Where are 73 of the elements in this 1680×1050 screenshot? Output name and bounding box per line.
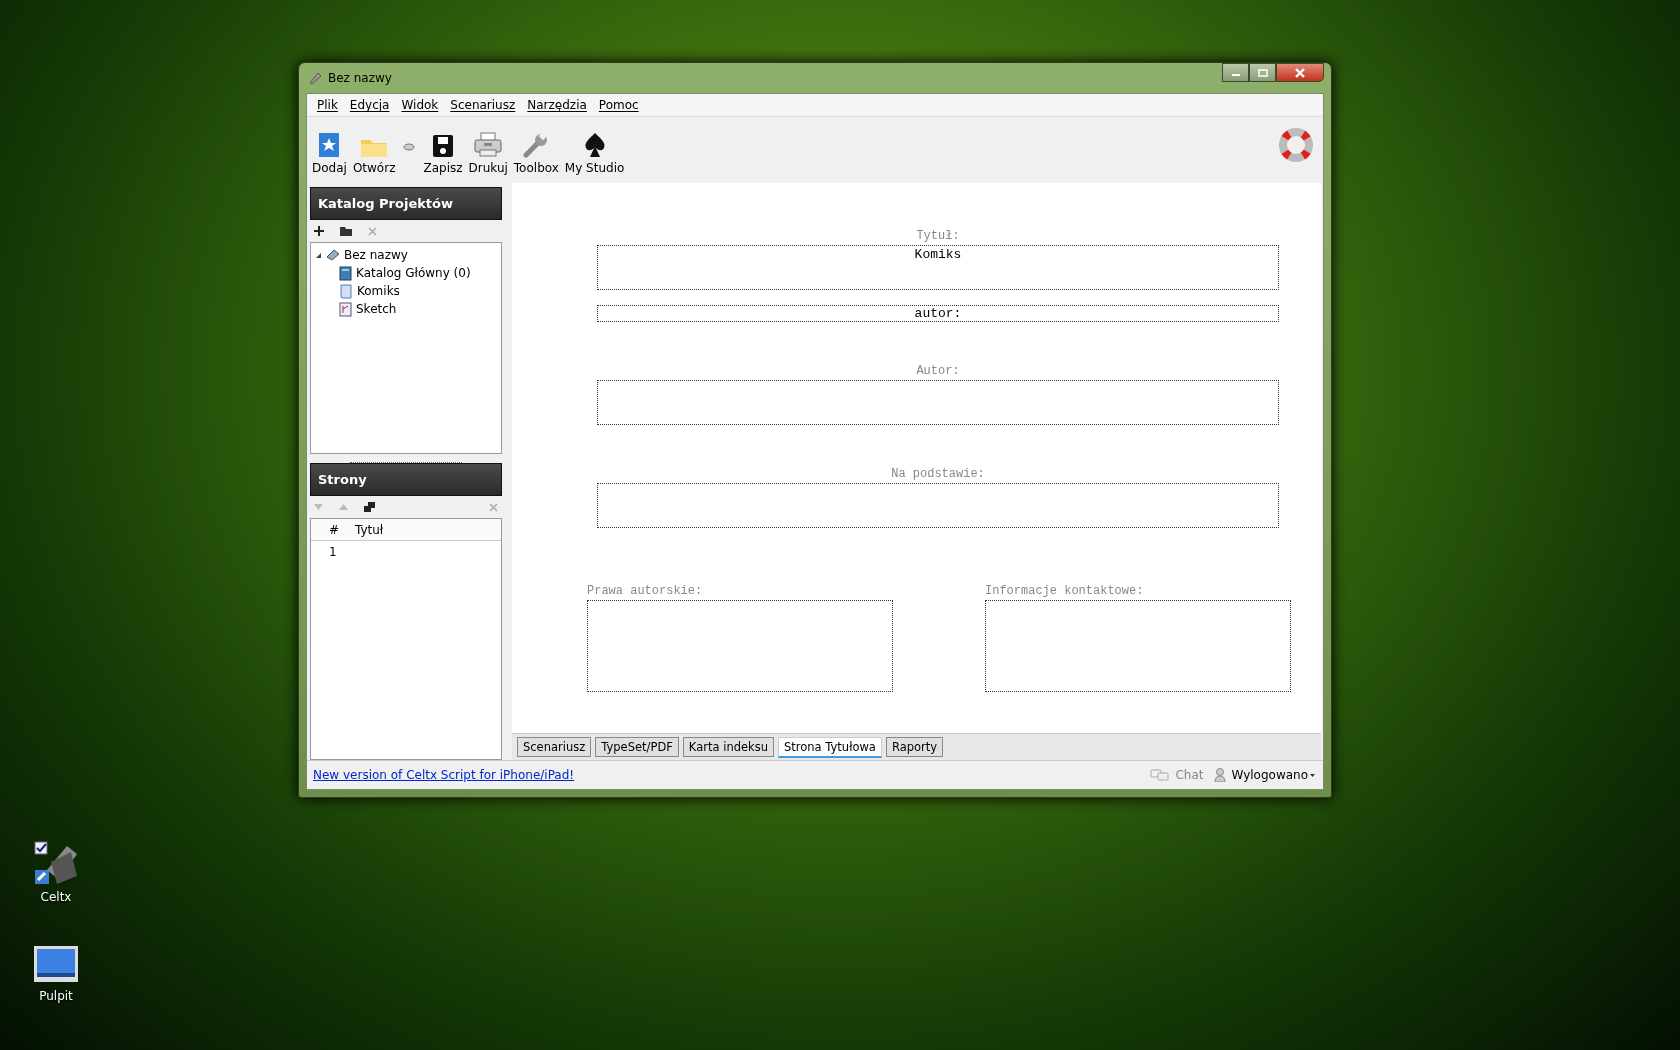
column-header[interactable]: Tytuł [351,522,384,537]
close-icon [368,226,377,236]
panel-header: Katalog Projektów [310,187,502,220]
oval-icon [403,142,416,151]
panel-header: Strony [310,463,502,496]
printer-icon [474,132,503,158]
chat-label: Chat [1175,768,1204,782]
up-arrow-icon [339,504,348,510]
close-icon [489,502,498,512]
menu-item[interactable]: Narzędzia [521,98,593,112]
update-link[interactable]: New version of Celtx Script for iPhone/iPad! [313,768,575,782]
toolbar-button[interactable]: My Studio [562,132,627,175]
duplicate-button[interactable] [364,502,375,512]
input-field[interactable] [587,600,893,692]
title-field[interactable]: Komiks [597,245,1279,290]
lifebuoy-icon [1278,126,1314,163]
folder-icon [340,226,352,236]
user-icon [1214,768,1227,782]
icon-label: Pulpit [39,989,73,1003]
tab[interactable]: Scenariusz [517,737,592,757]
toolbar-button[interactable]: Drukuj [466,132,510,175]
menu-item[interactable]: Plik [311,98,344,112]
user-menu-button[interactable]: Wylogowano [1231,768,1315,782]
close-icon [1295,67,1305,78]
tab[interactable]: Strona Tytułowa [778,736,882,758]
tab[interactable]: TypeSet/PDF [595,737,679,757]
input-field[interactable] [597,380,1279,425]
maximize-icon [1257,68,1268,77]
tab[interactable]: Karta indeksu [682,737,774,757]
field-label: Autor: [915,364,961,380]
input-field[interactable] [597,483,1279,528]
toolbar-button[interactable]: Zapisz [421,134,465,175]
icon-label: Celtx [40,890,72,904]
tree-item[interactable]: Bez nazwy [344,248,408,262]
tab[interactable]: Raporty [885,737,944,757]
minimize-button[interactable] [1222,63,1249,82]
tree-item[interactable]: Komiks [357,284,400,298]
menu-item[interactable]: Scenariusz [444,98,522,112]
field-label: Informacje kontaktowe: [985,584,1145,600]
table-cell-text: 1 [328,544,338,559]
expand-toggle[interactable] [315,251,322,259]
collapse-arrow-icon [315,251,322,259]
window-title: Bez nazwy [328,71,393,85]
menu-item[interactable]: Widok [395,98,445,112]
chat-bubbles-icon [1150,769,1171,781]
plus-icon [314,226,324,236]
field-label: Na podstawie: [890,467,986,483]
caret-icon [1310,773,1315,777]
menu-item[interactable]: Pomoc [592,98,645,112]
close-button[interactable] [1276,63,1324,82]
project-icon [326,249,340,261]
pencil-icon [308,71,322,85]
add-button[interactable] [314,226,324,236]
tree-item[interactable]: Sketch [356,302,397,316]
stacked-squares-icon [364,502,375,512]
column-header[interactable]: # [311,522,351,537]
folder-button[interactable] [340,226,352,236]
toolbar-button[interactable]: Otwórz [350,136,398,175]
tree-item[interactable]: Katalog Główny (0) [356,266,471,280]
scroll-icon [339,283,353,299]
menu-item[interactable]: Edycja [343,98,396,112]
field-label: Tytuł: [915,229,961,245]
byline-field[interactable]: autor: [597,305,1279,322]
book-icon [339,265,352,281]
maximize-button[interactable] [1249,63,1276,82]
input-field[interactable] [985,600,1291,692]
monitor-icon [33,945,79,985]
field-label: Prawa autorskie: [587,584,704,600]
wrench-icon [523,132,550,158]
diagram-icon [339,301,352,317]
toolbar-button[interactable]: Dodaj [310,132,349,175]
down-arrow-icon [314,504,323,510]
toolbar-button[interactable]: Toolbox [511,132,561,175]
